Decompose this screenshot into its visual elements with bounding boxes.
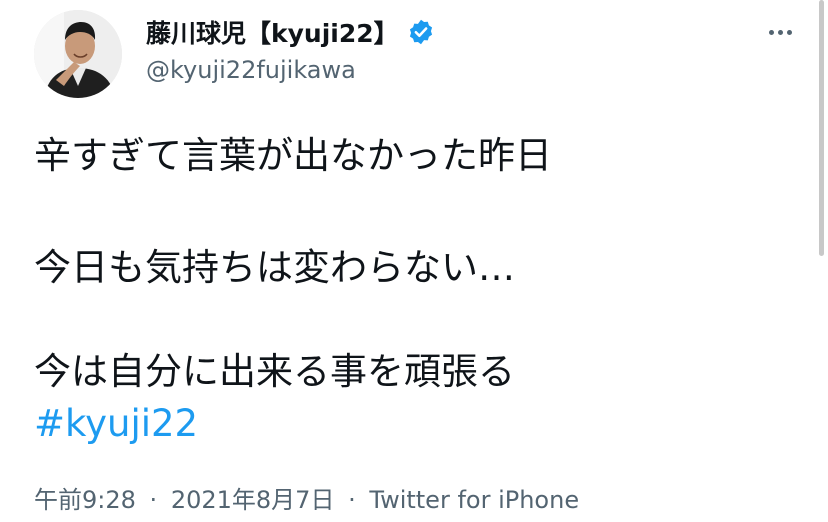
display-name[interactable]: 藤川球児【kyuji22】 <box>146 14 399 50</box>
tweet-text-line-2: 今日も気持ちは変わらない… <box>34 246 515 289</box>
separator: · <box>348 486 356 514</box>
tweet-text-line-3: 今は自分に出来る事を頑張る <box>34 350 515 393</box>
more-options-button[interactable] <box>762 20 798 44</box>
tweet: 藤川球児【kyuji22】 @kyuji22fujikawa 辛すぎて言葉が出な… <box>0 0 828 522</box>
name-row: 藤川球児【kyuji22】 <box>146 14 435 50</box>
avatar[interactable] <box>34 10 122 98</box>
tweet-date[interactable]: 2021年8月7日 <box>171 486 335 514</box>
more-dots-icon <box>768 29 774 35</box>
tweet-metadata: 午前9:28 · 2021年8月7日 · Twitter for iPhone <box>34 484 579 516</box>
scrollbar[interactable] <box>819 0 824 256</box>
avatar-image <box>34 10 122 98</box>
hashtag-link[interactable]: #kyuji22 <box>34 402 198 446</box>
tweet-source-link[interactable]: Twitter for iPhone <box>369 486 579 514</box>
tweet-time[interactable]: 午前9:28 <box>34 486 136 514</box>
separator: · <box>149 486 158 514</box>
tweet-text-line-1: 辛すぎて言葉が出なかった昨日 <box>34 134 552 177</box>
user-handle[interactable]: @kyuji22fujikawa <box>146 56 356 84</box>
verified-badge-icon <box>407 18 435 46</box>
